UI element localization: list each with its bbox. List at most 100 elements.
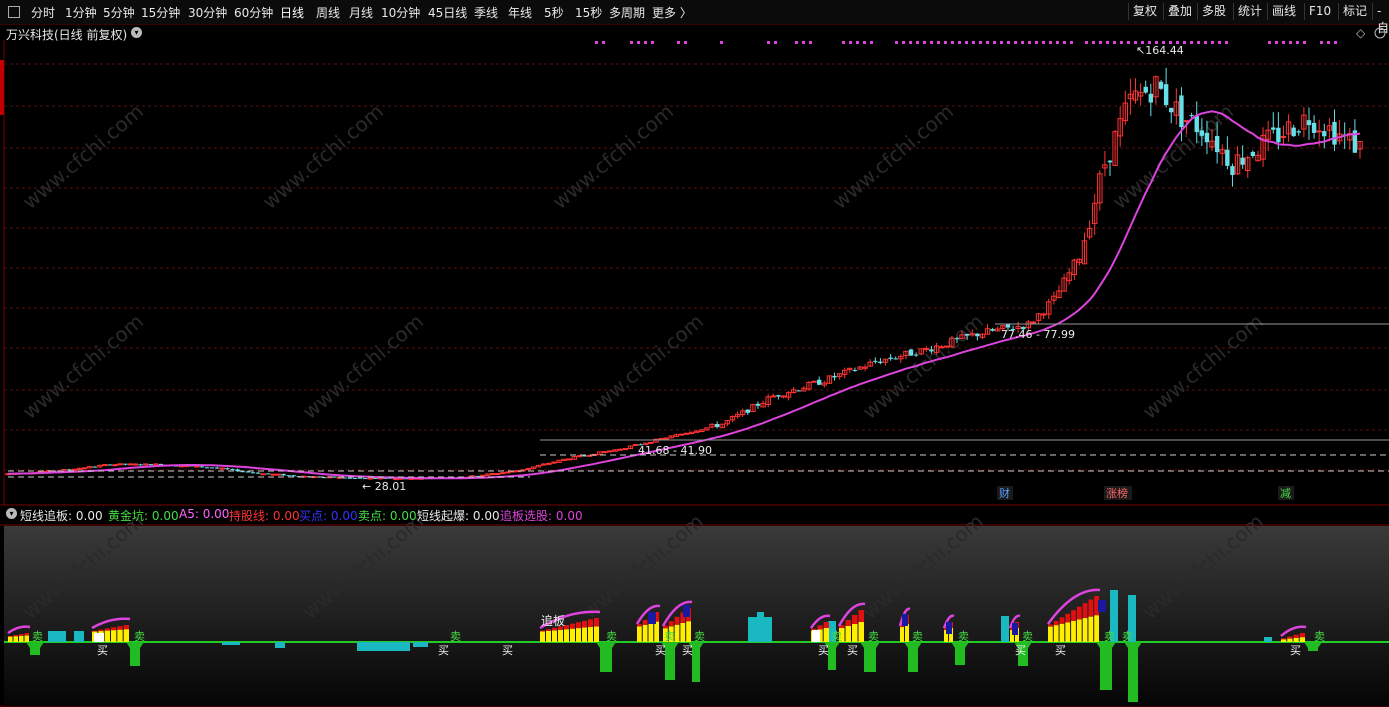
- buy-label: 买: [1055, 644, 1066, 657]
- indicator-yellow-bar: [104, 630, 110, 642]
- diamond-icon: ◇: [1356, 26, 1366, 40]
- candle-body: [607, 450, 613, 453]
- signal-dot: [720, 41, 723, 44]
- indicator-label: 追板选股: [500, 509, 549, 523]
- candle-body: [929, 349, 934, 352]
- indicator-yellow-bar: [845, 626, 851, 642]
- candle-body: [602, 451, 608, 454]
- signal-dot: [951, 41, 954, 44]
- buy-label: 买: [682, 644, 693, 657]
- signal-dot: [1303, 41, 1306, 44]
- watermark-text: www.cfchi.com: [858, 309, 988, 424]
- candle-body: [811, 380, 817, 383]
- candle-body: [888, 357, 893, 359]
- indicator-value: : 0.00: [265, 509, 300, 523]
- indicator-yellow-bar: [905, 624, 909, 642]
- indicator-white-bar: [812, 630, 820, 642]
- candle-body: [245, 471, 250, 473]
- indicator-yellow-bar: [558, 629, 563, 642]
- left-axis-marker: [0, 60, 4, 115]
- signal-dot: [849, 41, 852, 44]
- candle-body: [817, 379, 822, 385]
- signal-dot: [979, 41, 982, 44]
- candle-body: [260, 473, 266, 476]
- candle-body: [489, 473, 496, 476]
- indicator-yellow-bar: [123, 629, 129, 642]
- candle-body: [291, 475, 296, 477]
- indicator-yellow-bar: [552, 630, 557, 642]
- candle-body: [357, 477, 363, 479]
- signal-dot: [1320, 41, 1323, 44]
- signal-dot: [809, 41, 812, 44]
- signal-dot: [870, 41, 873, 44]
- indicator-chevron-icon[interactable]: ▾: [6, 508, 17, 519]
- candle-body: [219, 467, 225, 470]
- indicator-value: : 0.00: [323, 509, 358, 523]
- indicator-yellow-bar: [570, 628, 575, 642]
- candle-body: [1107, 160, 1113, 163]
- candle-body: [796, 390, 801, 392]
- indicator-yellow-bar: [1293, 637, 1299, 642]
- candle-body: [1271, 127, 1276, 130]
- candle-body: [138, 464, 143, 466]
- indicator-yellow-bar: [546, 630, 551, 642]
- buy-label: 买: [1290, 644, 1301, 657]
- indicator-red-bar: [19, 634, 24, 636]
- indicator-cyan-bar: [413, 642, 428, 647]
- indicator-label: 买点: [299, 509, 324, 523]
- indicator-item-1: 黄金坑: 0.00: [108, 507, 179, 524]
- signal-dot: [1035, 41, 1038, 44]
- buy-label: 买: [847, 644, 858, 657]
- candle-body: [1194, 115, 1199, 133]
- indicator-yellow-bar: [858, 622, 864, 642]
- candle-body: [1322, 131, 1327, 137]
- indicator-yellow-bar: [24, 635, 29, 642]
- signal-dot: [1268, 41, 1271, 44]
- indicator-yellow-bar: [1088, 616, 1094, 642]
- signal-dot: [895, 41, 898, 44]
- candle-body: [1280, 135, 1287, 138]
- sell-label: 卖: [450, 630, 461, 643]
- signal-dot: [842, 41, 845, 44]
- indicator-yellow-bar: [1071, 620, 1076, 642]
- candle-body: [342, 477, 347, 479]
- sell-label: 卖: [912, 630, 923, 643]
- sell-label: 卖: [831, 630, 842, 643]
- indicator-yellow-bar: [1059, 623, 1065, 642]
- signal-dot: [1007, 41, 1010, 44]
- signal-dot: [1327, 41, 1330, 44]
- candle-body: [286, 475, 291, 477]
- indicator-red-bar: [852, 615, 858, 624]
- indicator-red-bar: [858, 610, 864, 622]
- candle-body: [225, 468, 230, 470]
- signal-dot: [1021, 41, 1024, 44]
- candle-body: [551, 461, 557, 464]
- signal-dot: [1049, 41, 1052, 44]
- indicator-cyan-bar: [275, 642, 285, 648]
- signal-dot: [1289, 41, 1292, 44]
- candle-body: [281, 473, 286, 476]
- candle-body: [1204, 132, 1210, 143]
- indicator-yellow-bar: [111, 630, 117, 642]
- indicator-label: 卖点: [358, 509, 383, 523]
- signal-dot: [1296, 41, 1299, 44]
- indicator-cyan-bar: [1264, 637, 1272, 642]
- indicator-label: 持股线: [229, 509, 266, 523]
- indicator-red-bar: [552, 627, 557, 631]
- signal-dot: [1085, 41, 1088, 44]
- candle-body: [92, 466, 97, 468]
- indicator-red-bar: [823, 622, 829, 628]
- candle-body: [1306, 120, 1312, 126]
- signal-dot: [595, 41, 598, 44]
- candle-body: [199, 466, 205, 468]
- sell-label: 卖: [1022, 630, 1033, 643]
- watermark-text: www.cfchi.com: [258, 99, 388, 214]
- signal-dot: [986, 41, 989, 44]
- indicator-blue-block: [1098, 600, 1106, 612]
- candle-body: [1225, 149, 1230, 166]
- candle-body: [123, 463, 128, 465]
- range-label: 41.68 - 41.90: [638, 444, 712, 457]
- candle-body: [683, 432, 690, 435]
- sell-label: 卖: [664, 630, 675, 643]
- indicator-red-bar: [98, 629, 104, 632]
